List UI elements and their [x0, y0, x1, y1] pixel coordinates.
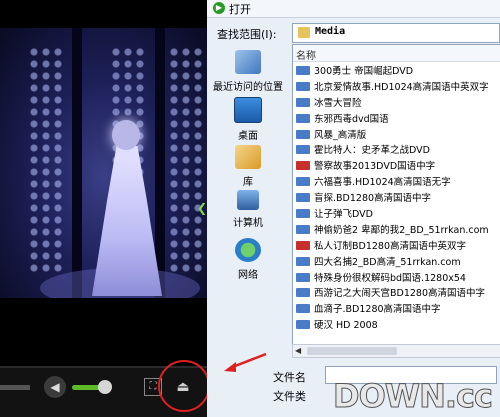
figure-head: [112, 120, 140, 150]
video-file-icon: [296, 145, 310, 155]
network-icon: [235, 238, 261, 262]
annotation-arrow: [224, 352, 267, 372]
file-row[interactable]: 特殊身份很权解码bd国语.1280x54: [293, 271, 500, 287]
video-file-icon: [296, 129, 310, 139]
file-row[interactable]: 300勇士 帝国崛起DVD: [293, 64, 500, 80]
seek-track[interactable]: [0, 385, 30, 390]
file-row[interactable]: 霍比特人：史矛革之战DVD: [293, 143, 500, 159]
file-name: 私人订制BD1280高清国语中英双字: [314, 240, 467, 252]
file-row[interactable]: 私人订制BD1280高清国语中英双字: [293, 239, 500, 255]
column-header-name[interactable]: 名称: [293, 45, 500, 62]
file-name: 冰雪大冒险: [314, 97, 362, 109]
scroll-thumb[interactable]: [307, 347, 397, 355]
rmvb-file-icon: [296, 161, 310, 171]
file-name: 血滴子.BD1280高清国语中字: [314, 304, 441, 316]
place-libraries[interactable]: 库: [207, 145, 289, 188]
place-label: 库: [243, 177, 253, 188]
video-file-icon: [296, 97, 310, 107]
volume-knob[interactable]: [98, 380, 112, 394]
file-name: 硬汉 HD 2008: [314, 320, 378, 332]
scroll-left-icon[interactable]: ◀: [295, 345, 301, 357]
file-name: 让子弹飞DVD: [314, 209, 373, 221]
look-in-dropdown[interactable]: Media: [292, 23, 500, 43]
file-row[interactable]: 神偷奶爸2 卑鄙的我2_BD_51rrkan.com: [293, 223, 500, 239]
file-row[interactable]: 风暴_高清版: [293, 128, 500, 144]
pillar-right: [155, 28, 165, 298]
highlight-circle: [158, 360, 207, 412]
file-type-label: 文件类: [273, 390, 306, 403]
recent-places-icon: [235, 50, 261, 74]
folder-icon: [298, 27, 310, 38]
dialog-title: 打开: [229, 3, 251, 16]
file-name: 北京爱情故事.HD1024高清国语中英双字: [314, 81, 489, 93]
file-row[interactable]: 北京爱情故事.HD1024高清国语中英双字: [293, 80, 500, 96]
file-name: 警察故事2013DVD国语中字: [314, 161, 436, 173]
horizontal-scrollbar[interactable]: ◀: [292, 344, 500, 358]
video-frame[interactable]: [0, 28, 207, 298]
file-row[interactable]: 警察故事2013DVD国语中字: [293, 159, 500, 175]
volume-icon[interactable]: ◀: [44, 376, 66, 398]
pillar-left: [72, 28, 82, 298]
video-player: ❮ ◀ ⛶ ⏏: [0, 0, 207, 417]
column-name-label: 名称: [296, 51, 316, 62]
file-row[interactable]: 六福喜事.HD1024高清国语无字: [293, 175, 500, 191]
dialog-titlebar[interactable]: ▶ 打开: [207, 0, 500, 18]
place-network[interactable]: 网络: [207, 238, 289, 281]
video-file-icon: [296, 209, 310, 219]
app-icon: ▶: [213, 2, 225, 14]
look-in-value: Media: [315, 26, 346, 37]
file-name: 300勇士 帝国崛起DVD: [314, 66, 414, 77]
look-in-label: 查找范围(I):: [217, 28, 277, 41]
computer-icon: [237, 190, 259, 210]
file-rows: 300勇士 帝国崛起DVD 北京爱情故事.HD1024高清国语中英双字 冰雪大冒险东…: [293, 64, 500, 334]
background-window-right: [168, 46, 206, 276]
file-name: 风暴_高清版: [314, 129, 367, 141]
video-file-icon: [296, 81, 310, 91]
place-computer[interactable]: 计算机: [207, 190, 289, 229]
file-name: 东邪西毒dvd国语: [314, 113, 389, 125]
video-file-icon: [296, 66, 310, 75]
file-row[interactable]: 四大名捕2_BD高清_51rrkan.com: [293, 255, 500, 271]
file-name: 特殊身份很权解码bd国语.1280x54: [314, 272, 466, 284]
file-row[interactable]: 盲探.BD1280高清国语中字: [293, 191, 500, 207]
file-list[interactable]: 名称 300勇士 帝国崛起DVD 北京爱情故事.HD1024高清国语中英双字 冰雪大…: [292, 44, 500, 346]
file-row[interactable]: 硬汉 HD 2008: [293, 318, 500, 334]
place-desktop[interactable]: 桌面: [207, 97, 289, 142]
video-file-icon: [296, 177, 310, 187]
file-name: 神偷奶爸2 卑鄙的我2_BD_51rrkan.com: [314, 224, 489, 236]
watermark-logo: DOWN.cc: [333, 377, 494, 416]
place-label: 网络: [238, 270, 258, 281]
desktop-icon: [234, 97, 262, 123]
file-name: 四大名捕2_BD高清_51rrkan.com: [314, 256, 461, 268]
video-file-icon: [296, 224, 310, 234]
video-file-icon: [296, 193, 310, 203]
video-file-icon: [296, 320, 310, 330]
rmvb-file-icon: [296, 240, 310, 250]
libraries-icon: [235, 145, 261, 169]
file-name-label: 文件名: [273, 371, 306, 384]
place-label: 计算机: [233, 218, 263, 229]
place-recent[interactable]: 最近访问的位置: [207, 50, 289, 93]
video-file-icon: [296, 113, 310, 123]
file-row[interactable]: 让子弹飞DVD: [293, 207, 500, 223]
background-window-left: [28, 46, 66, 276]
figure-body: [92, 146, 162, 296]
side-panel-toggle-icon[interactable]: ❮: [197, 200, 207, 216]
place-label: 桌面: [238, 131, 258, 142]
file-name: 盲探.BD1280高清国语中字: [314, 193, 432, 205]
file-row[interactable]: 西游记之大闹天宫BD1280高清国语中字: [293, 286, 500, 302]
video-file-icon: [296, 304, 310, 314]
file-row[interactable]: 东邪西毒dvd国语: [293, 112, 500, 128]
place-label: 最近访问的位置: [213, 82, 283, 93]
file-name: 霍比特人：史矛革之战DVD: [314, 145, 430, 157]
video-file-icon: [296, 272, 310, 282]
video-file-icon: [296, 288, 310, 298]
file-name: 西游记之大闹天宫BD1280高清国语中字: [314, 288, 486, 300]
file-row[interactable]: 冰雪大冒险: [293, 96, 500, 112]
file-row[interactable]: 血滴子.BD1280高清国语中字: [293, 302, 500, 318]
file-name: 六福喜事.HD1024高清国语无字: [314, 177, 451, 189]
video-file-icon: [296, 256, 310, 266]
